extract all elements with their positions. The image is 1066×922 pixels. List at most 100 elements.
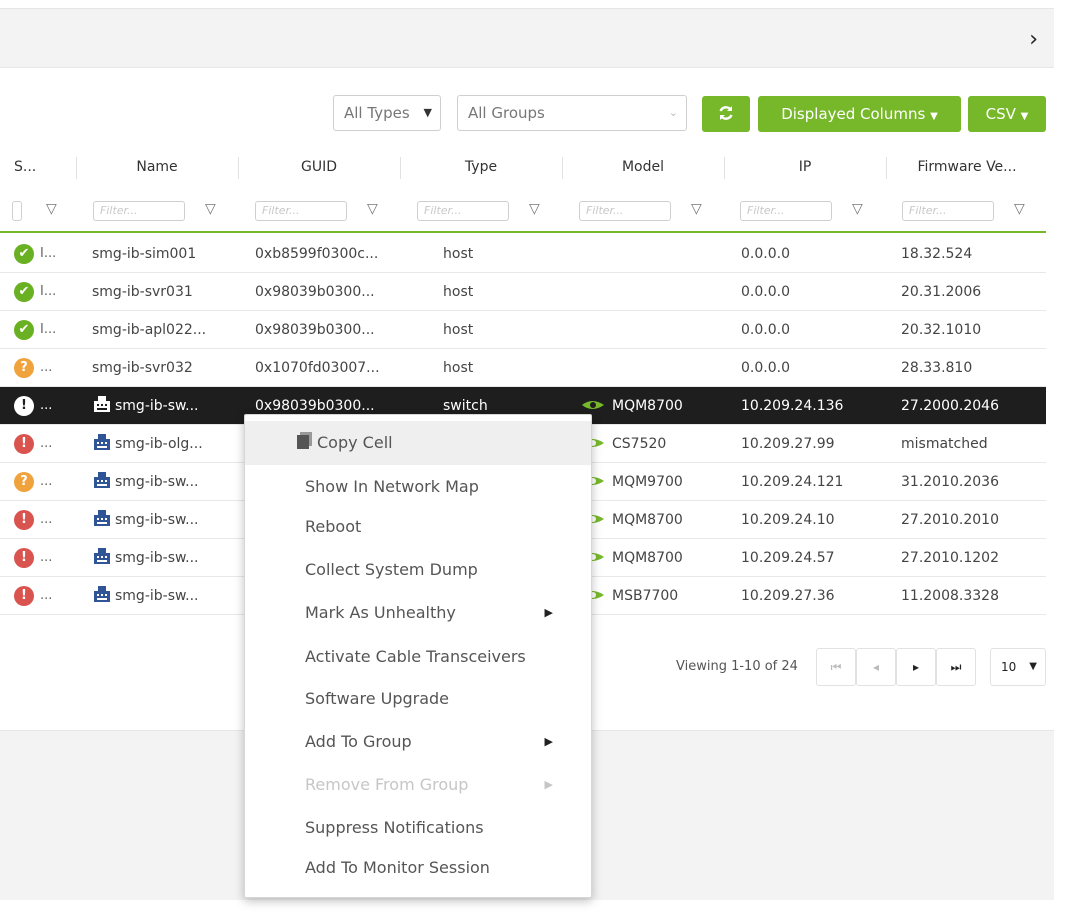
group-filter-select[interactable]: All Groups ⌄ [457, 95, 687, 131]
device-name-cell-text: smg-ib-svr031 [92, 284, 193, 300]
device-name-cell[interactable]: smg-ib-sw... [92, 387, 242, 425]
displayed-columns-button[interactable]: Displayed Columns ▼ [758, 96, 961, 132]
menu-item-activate-cable-transceivers[interactable]: Activate Cable Transceivers [245, 637, 591, 677]
firmware-filter-input[interactable]: Filter... [902, 201, 994, 221]
guid-cell[interactable]: 0xb8599f0300c... [255, 235, 395, 273]
menu-item-mark-as-unhealthy[interactable]: Mark As Unhealthy ▶ [245, 593, 591, 633]
type-cell[interactable]: host [443, 273, 553, 311]
firmware-cell[interactable]: 20.32.1010 [901, 311, 1046, 349]
device-name-cell[interactable]: smg-ib-sim001 [92, 235, 242, 273]
column-header-model[interactable]: Model [563, 145, 723, 189]
column-header-ip[interactable]: IP [725, 145, 885, 189]
menu-item-add-to-monitor-session[interactable]: Add To Monitor Session [245, 848, 591, 888]
guid-cell[interactable]: 0x98039b0300... [255, 273, 395, 311]
firmware-cell[interactable]: 27.2010.1202 [901, 539, 1046, 577]
filter-icon[interactable]: ▽ [205, 201, 216, 217]
menu-item-reboot[interactable]: Reboot [245, 507, 591, 547]
firmware-cell[interactable]: 20.31.2006 [901, 273, 1046, 311]
guid-cell[interactable]: 0x98039b0300... [255, 311, 395, 349]
type-filter-select[interactable]: All Types ▼ [333, 95, 441, 131]
ip-cell[interactable]: 10.209.24.57 [741, 539, 891, 577]
guid-cell[interactable]: 0x1070fd03007... [255, 349, 395, 387]
device-name-cell[interactable]: smg-ib-sw... [92, 463, 242, 501]
type-cell[interactable]: host [443, 349, 553, 387]
column-header-name[interactable]: Name [77, 145, 237, 189]
table-row[interactable]: ✔ I... smg-ib-svr031 0x98039b0300... host 0.0… [0, 273, 1046, 311]
model-cell[interactable] [580, 311, 730, 349]
column-header-firmware[interactable]: Firmware Ve... [887, 145, 1047, 189]
menu-item-add-to-group[interactable]: Add To Group ▶ [245, 722, 591, 762]
device-name-cell[interactable]: smg-ib-apl022... [92, 311, 242, 349]
ip-cell[interactable]: 10.209.24.121 [741, 463, 891, 501]
menu-item-suppress-notifications[interactable]: Suppress Notifications [245, 808, 591, 848]
type-cell-text: switch [443, 398, 488, 414]
firmware-cell[interactable]: 18.32.524 [901, 235, 1046, 273]
filter-icon[interactable]: ▽ [529, 201, 540, 217]
device-name-cell[interactable]: smg-ib-svr032 [92, 349, 242, 387]
type-cell[interactable]: host [443, 311, 553, 349]
model-filter-input[interactable]: Filter... [579, 201, 671, 221]
model-cell[interactable] [580, 273, 730, 311]
model-cell[interactable]: CS7520 [580, 425, 730, 463]
next-page-button[interactable]: ▸ [896, 648, 936, 686]
column-header-guid[interactable]: GUID [239, 145, 399, 189]
ip-cell[interactable]: 10.209.24.136 [741, 387, 891, 425]
filter-icon[interactable]: ▽ [691, 201, 702, 217]
firmware-cell[interactable]: 27.2000.2046 [901, 387, 1046, 425]
firmware-cell[interactable]: 27.2010.2010 [901, 501, 1046, 539]
ip-cell[interactable]: 0.0.0.0 [741, 311, 891, 349]
last-page-button[interactable]: ⏭ [936, 648, 976, 686]
table-row[interactable]: ✔ I... smg-ib-apl022... 0x98039b0300... host… [0, 311, 1046, 349]
device-name-cell-text: smg-ib-svr032 [92, 360, 193, 376]
ip-filter-input[interactable]: Filter... [740, 201, 832, 221]
model-cell[interactable] [580, 349, 730, 387]
device-name-cell[interactable]: smg-ib-sw... [92, 577, 242, 615]
menu-item-show-in-network-map[interactable]: Show In Network Map [245, 467, 591, 507]
switch-icon [94, 548, 110, 564]
firmware-cell[interactable]: 11.2008.3328 [901, 577, 1046, 615]
table-row[interactable]: ✔ I... smg-ib-sim001 0xb8599f0300c... host 0.… [0, 235, 1046, 273]
column-header-status[interactable]: S... [0, 145, 76, 189]
filter-icon[interactable]: ▽ [1014, 201, 1025, 217]
ip-cell[interactable]: 10.209.24.10 [741, 501, 891, 539]
device-name-cell[interactable]: smg-ib-olg... [92, 425, 242, 463]
menu-item-software-upgrade[interactable]: Software Upgrade [245, 679, 591, 719]
ip-cell[interactable]: 10.209.27.99 [741, 425, 891, 463]
model-cell[interactable] [580, 235, 730, 273]
model-cell[interactable]: MQM8700 [580, 501, 730, 539]
ip-cell[interactable]: 0.0.0.0 [741, 349, 891, 387]
chevron-right-icon[interactable]: › [1029, 27, 1038, 52]
filter-icon[interactable]: ▽ [367, 201, 378, 217]
type-filter-input[interactable]: Filter... [417, 201, 509, 221]
device-name-cell[interactable]: smg-ib-svr031 [92, 273, 242, 311]
filter-icon[interactable]: ▽ [852, 201, 863, 217]
firmware-cell[interactable]: 28.33.810 [901, 349, 1046, 387]
model-cell[interactable]: MQM8700 [580, 539, 730, 577]
type-cell[interactable]: host [443, 235, 553, 273]
prev-page-button[interactable]: ◂ [856, 648, 896, 686]
status-filter-input[interactable] [12, 201, 22, 221]
name-filter-input[interactable]: Filter... [93, 201, 185, 221]
page-size-select[interactable]: 10 ▼ [990, 648, 1046, 686]
csv-button[interactable]: CSV ▼ [968, 96, 1046, 132]
ip-cell[interactable]: 0.0.0.0 [741, 235, 891, 273]
firmware-cell[interactable]: mismatched [901, 425, 1046, 463]
menu-item-collect-system-dump[interactable]: Collect System Dump [245, 550, 591, 590]
first-page-button[interactable]: ⏮ [816, 648, 856, 686]
ip-cell[interactable]: 0.0.0.0 [741, 273, 891, 311]
refresh-button[interactable] [702, 96, 750, 132]
filter-icon[interactable]: ▽ [46, 201, 57, 217]
guid-filter-input[interactable]: Filter... [255, 201, 347, 221]
switch-icon [94, 434, 110, 450]
ip-cell[interactable]: 10.209.27.36 [741, 577, 891, 615]
menu-item-copy-cell[interactable]: Copy Cell [245, 421, 591, 465]
model-cell[interactable]: MSB7700 [580, 577, 730, 615]
table-row[interactable]: ?... smg-ib-svr032 0x1070fd03007... host 0.0… [0, 349, 1046, 387]
model-cell[interactable]: MQM9700 [580, 463, 730, 501]
ip-cell-text: 0.0.0.0 [741, 246, 790, 262]
firmware-cell[interactable]: 31.2010.2036 [901, 463, 1046, 501]
column-header-type[interactable]: Type [401, 145, 561, 189]
device-name-cell[interactable]: smg-ib-sw... [92, 501, 242, 539]
device-name-cell[interactable]: smg-ib-sw... [92, 539, 242, 577]
model-cell[interactable]: MQM8700 [580, 387, 730, 425]
